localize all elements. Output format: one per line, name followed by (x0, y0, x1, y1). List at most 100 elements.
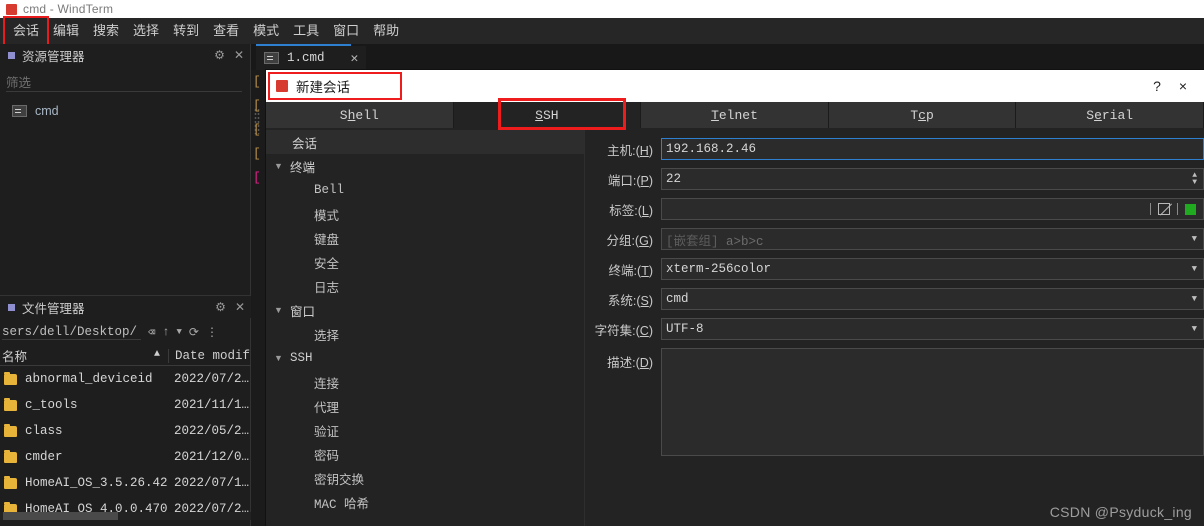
console-icon (264, 52, 279, 64)
host-input[interactable]: 192.168.2.46 (661, 138, 1204, 160)
folder-icon (4, 450, 17, 463)
file-date: 2022/07/1… (174, 476, 250, 490)
folder-icon (4, 372, 17, 385)
tree-item-bell[interactable]: Bell (266, 178, 584, 202)
file-date: 2022/05/2… (174, 424, 250, 438)
gear-icon[interactable]: ⚙ (215, 300, 226, 314)
column-header-name[interactable]: 名称 ▲ (0, 346, 168, 365)
tree-item-password[interactable]: 密码 (266, 442, 584, 466)
color-swatch-icon[interactable] (1185, 203, 1196, 215)
more-vertical-icon[interactable]: ⋮ (206, 325, 218, 340)
field-host: 主机:(H) 192.168.2.46 (585, 138, 1204, 160)
app-icon (6, 3, 17, 15)
file-name: class (25, 424, 63, 438)
chevron-down-icon[interactable]: ▼ (1192, 264, 1199, 274)
tab-label: 1.cmd (287, 51, 325, 65)
horizontal-scrollbar[interactable] (0, 512, 251, 520)
menu-item-search[interactable]: 搜索 (86, 20, 126, 42)
gear-icon[interactable]: ⚙ (214, 48, 225, 62)
folder-icon (4, 398, 17, 411)
description-textarea[interactable] (661, 348, 1204, 456)
explorer-item-cmd[interactable]: cmd (0, 100, 250, 122)
menu-item-select[interactable]: 选择 (126, 20, 166, 42)
table-row[interactable]: HomeAI_OS_3.5.26.420… 2022/07/1… (0, 470, 251, 496)
close-icon[interactable]: ✕ (235, 300, 245, 314)
refresh-icon[interactable]: ⟳ (189, 325, 199, 340)
close-icon[interactable]: ✕ (351, 51, 359, 66)
no-color-icon[interactable] (1158, 203, 1170, 215)
system-value: cmd (666, 292, 689, 306)
label-icon-group (1150, 203, 1199, 215)
help-button[interactable]: ? (1144, 78, 1170, 94)
file-path-bar: sers/dell/Desktop/ ⌫ ↑ ▼ ⟳ ⋮ (0, 320, 247, 344)
tree-item-selection[interactable]: 选择 (266, 322, 584, 346)
menu-item-goto[interactable]: 转到 (166, 20, 206, 42)
tree-item-log[interactable]: 日志 (266, 274, 584, 298)
explorer-filter-input[interactable]: 筛选 (6, 72, 242, 92)
menu-item-tools[interactable]: 工具 (286, 20, 326, 42)
tree-group-terminal[interactable]: ▼ 终端 (266, 154, 584, 178)
tree-item-security[interactable]: 安全 (266, 250, 584, 274)
menu-item-edit[interactable]: 编辑 (46, 20, 86, 42)
charset-select[interactable]: UTF-8 ▼ (661, 318, 1204, 340)
tree-item-key-exchange[interactable]: 密钥交换 (266, 466, 584, 490)
tree-item-connection[interactable]: 连接 (266, 370, 584, 394)
folder-icon (4, 424, 17, 437)
path-input[interactable]: sers/dell/Desktop/ (2, 325, 142, 340)
separator (1177, 203, 1178, 215)
tree-item-mode[interactable]: 模式 (266, 202, 584, 226)
tab-ssh[interactable]: S SH (453, 102, 641, 128)
windterm-window: cmd - WindTerm 会话 编辑 搜索 选择 转到 查看 模式 工具 窗… (0, 0, 1204, 526)
table-row[interactable]: class 2022/05/2… (0, 418, 251, 444)
terminal-select[interactable]: xterm-256color ▼ (661, 258, 1204, 280)
chevron-down-icon[interactable]: ▼ (176, 327, 181, 337)
dialog-close-button[interactable]: × (1170, 78, 1196, 94)
table-row[interactable]: c_tools 2021/11/1… (0, 392, 251, 418)
menu-item-session[interactable]: 会话 (2, 16, 50, 47)
port-input[interactable]: 22 ▲ ▼ (661, 168, 1204, 190)
arrow-up-icon[interactable]: ↑ (162, 325, 169, 339)
group-select[interactable]: [嵌套组] a>b>c ▼ (661, 228, 1204, 250)
tab-1-cmd[interactable]: 1.cmd ✕ (256, 46, 367, 70)
tree-group-ssh[interactable]: ▼ SSH (266, 346, 584, 370)
tree-item-proxy[interactable]: 代理 (266, 394, 584, 418)
tree-item-keyboard[interactable]: 键盘 (266, 226, 584, 250)
chevron-down-icon[interactable]: ▼ (1192, 324, 1199, 334)
file-date: 2021/11/1… (174, 398, 250, 412)
close-icon[interactable]: ✕ (234, 48, 244, 62)
tree-header-session[interactable]: 会话 (266, 130, 584, 154)
chevron-down-icon[interactable]: ▼ (1192, 294, 1199, 304)
tree-item-mac-hash[interactable]: MAC 哈希 (266, 490, 584, 514)
explorer-panel-header: 资源管理器 ⚙ ✕ (0, 44, 250, 66)
prompt-line-active: [ (253, 170, 261, 185)
tree-group-window[interactable]: ▼ 窗口 (266, 298, 584, 322)
tab-shell[interactable]: Sh ell (266, 102, 453, 128)
file-manager-title: 文件管理器 (22, 301, 85, 316)
file-name: cmder (25, 450, 63, 464)
window-titlebar: cmd - WindTerm (0, 0, 1204, 18)
prompt-line: [ (253, 122, 261, 137)
tree-item-authentication[interactable]: 验证 (266, 418, 584, 442)
field-group: 分组:(G) [嵌套组] a>b>c ▼ (585, 228, 1204, 250)
file-date: 2021/12/0… (174, 450, 250, 464)
menu-item-mode[interactable]: 模式 (246, 20, 286, 42)
backspace-icon[interactable]: ⌫ (148, 325, 155, 340)
chevron-down-icon: ▼ (274, 161, 283, 171)
label-label: 标签:(L) (609, 203, 653, 218)
file-manager-header: 文件管理器 ⚙ ✕ (0, 296, 251, 318)
table-row[interactable]: cmder 2021/12/0… (0, 444, 251, 470)
tab-telnet[interactable]: Telnet (641, 102, 828, 128)
system-select[interactable]: cmd ▼ (661, 288, 1204, 310)
column-header-date[interactable]: Date modif (168, 348, 251, 363)
spinner-icon[interactable]: ▲ ▼ (1192, 172, 1199, 187)
field-description: 描述:(D) (585, 348, 1204, 456)
chevron-down-icon[interactable]: ▼ (1192, 234, 1199, 244)
new-session-dialog: 新建会话 ? × Sh ell S SH Telnet Tcp Se rial 会话 … (266, 70, 1204, 526)
menu-item-view[interactable]: 查看 (206, 20, 246, 42)
menu-item-help[interactable]: 帮助 (366, 20, 406, 42)
table-row[interactable]: abnormal_deviceid 2022/07/2… (0, 366, 251, 392)
label-input[interactable] (661, 198, 1204, 220)
tab-tcp[interactable]: Tcp (828, 102, 1016, 128)
menu-item-window[interactable]: 窗口 (326, 20, 366, 42)
tab-serial[interactable]: Se rial (1016, 102, 1203, 128)
